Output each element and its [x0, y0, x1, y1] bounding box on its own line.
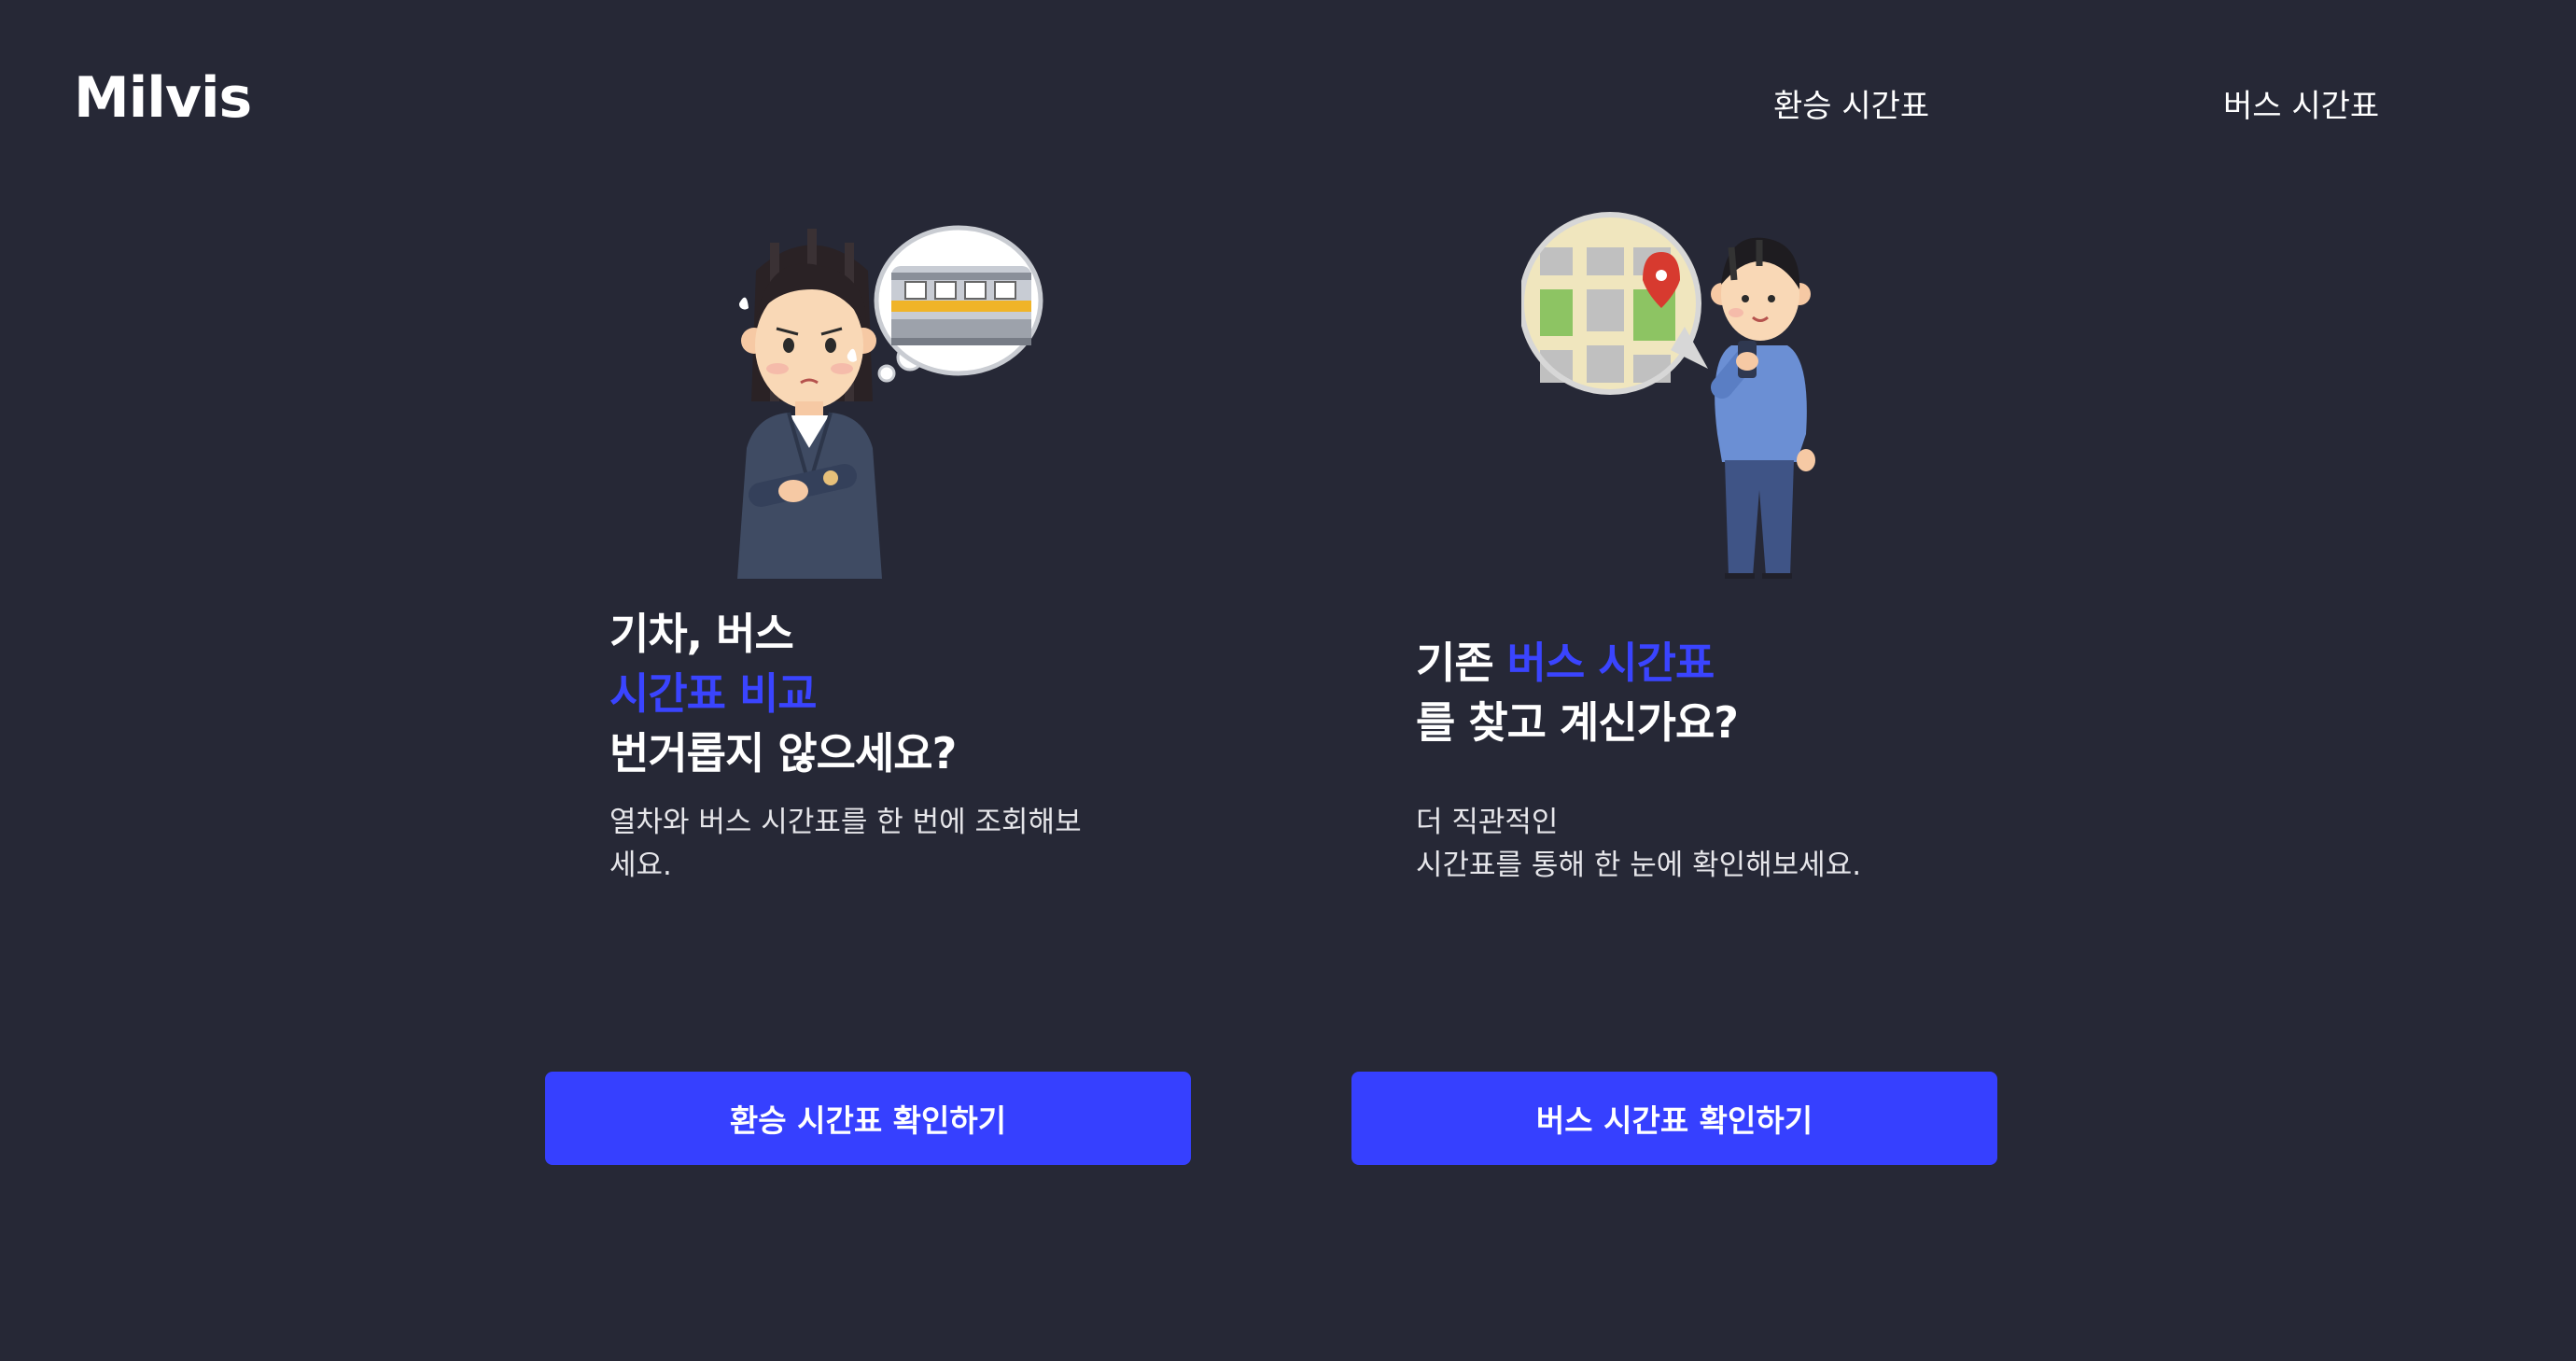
headline-accent: 버스 시간표 [1506, 638, 1715, 688]
man-checking-map-illustration [1521, 212, 1815, 579]
description-line: 열차와 버스 시간표를 한 번에 조회해보 [609, 806, 1082, 839]
worried-woman-train-illustration [737, 225, 1043, 579]
headline-line: 를 찾고 계신가요? [1416, 697, 1739, 748]
nav-transfer-timetable[interactable]: 환승 시간표 [1773, 80, 1929, 126]
check-bus-timetable-button[interactable]: 버스 시간표 확인하기 [1351, 1072, 1997, 1165]
description-line: 더 직관적인 [1416, 806, 1559, 839]
description-line: 세요. [609, 849, 672, 882]
nav-bus-timetable[interactable]: 버스 시간표 [2223, 80, 2379, 126]
headline-prefix: 기존 [1416, 638, 1507, 688]
transfer-headline: 기차, 버스 시간표 비교 번거롭지 않으세요? [609, 604, 957, 783]
description-line: 시간표를 통해 한 눈에 확인해보세요. [1416, 849, 1862, 882]
headline-accent: 시간표 비교 [609, 668, 818, 719]
site-logo[interactable]: Milvis [74, 65, 252, 131]
bus-headline: 기존 버스 시간표 를 찾고 계신가요? [1416, 633, 1739, 752]
transfer-description: 열차와 버스 시간표를 한 번에 조회해보 세요. [609, 801, 1132, 887]
train-icon [891, 266, 1031, 345]
headline-line: 번거롭지 않으세요? [609, 728, 957, 779]
bus-description: 더 직관적인 시간표를 통해 한 눈에 확인해보세요. [1416, 801, 1861, 887]
headline-line: 기존 버스 시간표 [1416, 633, 1738, 693]
check-transfer-timetable-button[interactable]: 환승 시간표 확인하기 [545, 1072, 1191, 1165]
headline-line: 기차, 버스 [609, 609, 794, 659]
